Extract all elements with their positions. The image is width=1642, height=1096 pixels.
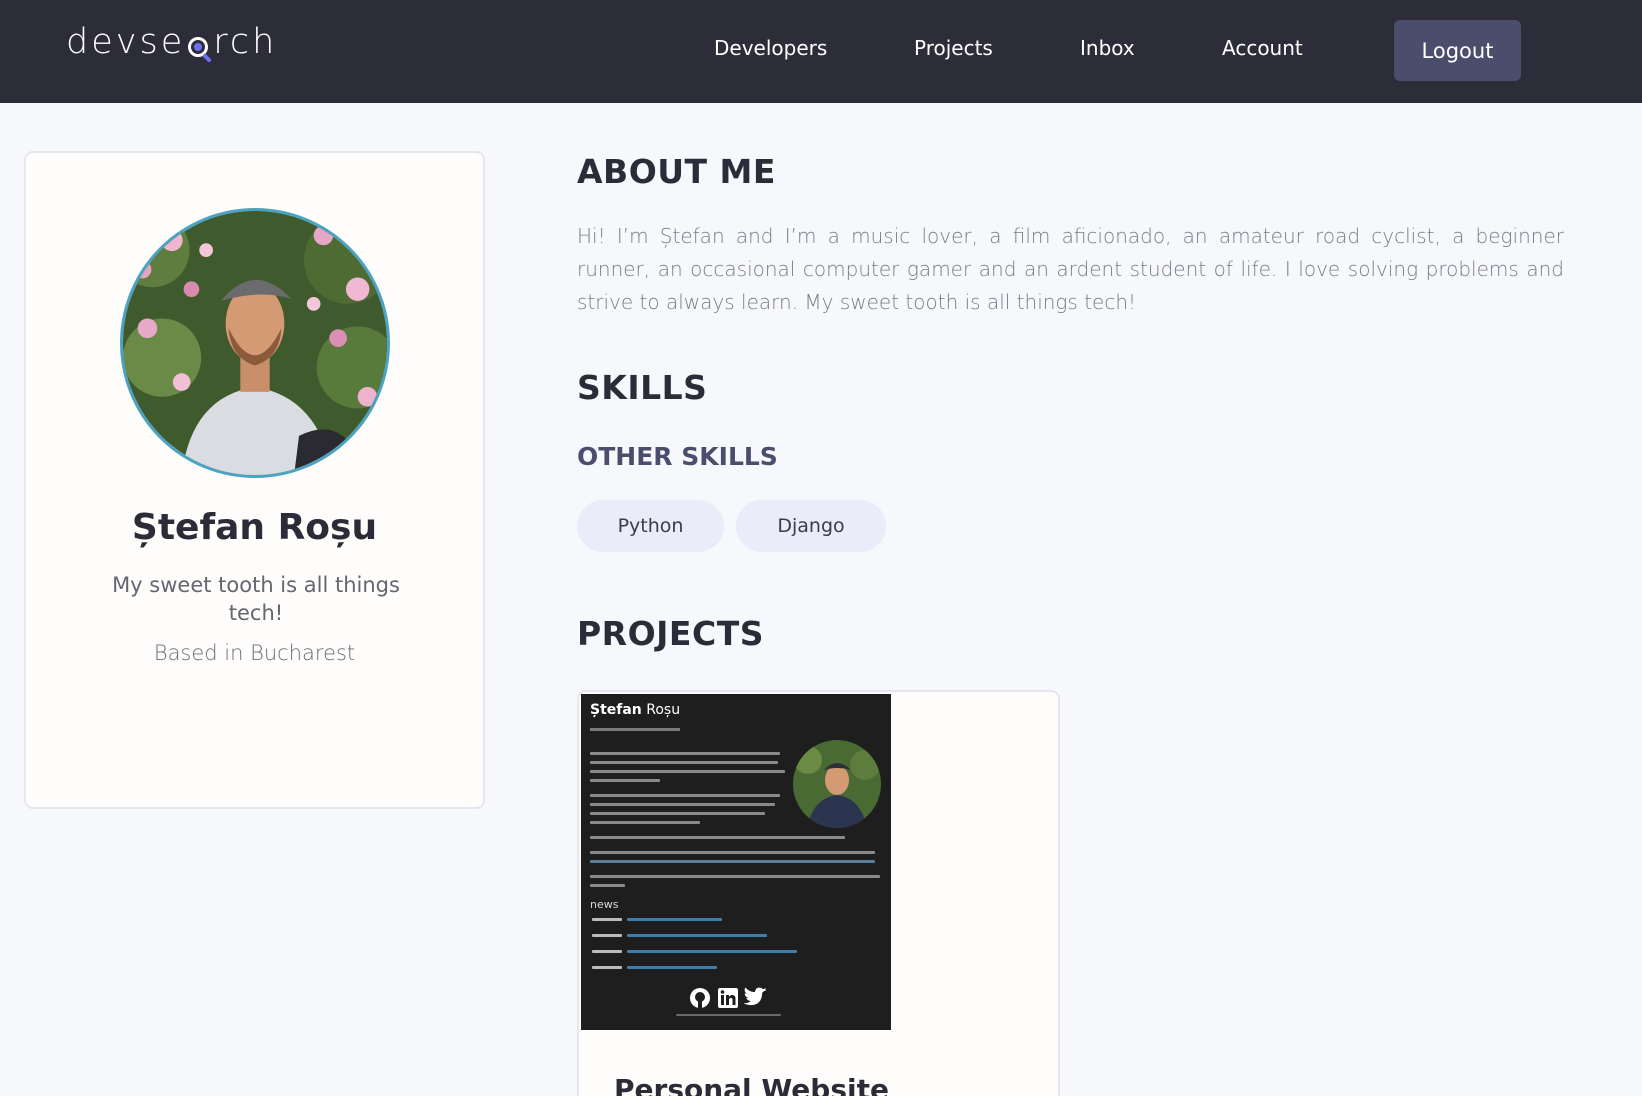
thumbnail-avatar — [793, 740, 881, 828]
project-title[interactable]: Personal Website — [614, 1073, 889, 1096]
other-skills-heading: OTHER SKILLS — [577, 442, 778, 471]
project-thumbnail: Ștefan Roșu news — [581, 694, 891, 1030]
profile-location: Based in Bucharest — [153, 641, 356, 665]
skill-tag-python: Python — [577, 500, 724, 552]
thumbnail-subtitle — [590, 728, 680, 731]
twitter-icon — [743, 987, 768, 1013]
nav-inbox[interactable]: Inbox — [1080, 36, 1135, 60]
logout-button[interactable]: Logout — [1394, 20, 1521, 81]
profile-card: Ștefan Roșu My sweet tooth is all things… — [24, 151, 485, 809]
profile-name: Ștefan Roșu — [131, 507, 378, 548]
profile-avatar — [120, 208, 390, 478]
logo-text-left: devse — [66, 22, 186, 62]
devsearch-logo[interactable]: devse rch — [66, 22, 278, 63]
logo-text-right: rch — [213, 22, 278, 62]
projects-heading: PROJECTS — [577, 614, 764, 653]
magnifier-icon — [186, 26, 213, 63]
nav-developers[interactable]: Developers — [714, 36, 827, 60]
profile-tagline: My sweet tooth is all things tech! — [112, 573, 400, 625]
skill-tag-django: Django — [736, 500, 886, 552]
thumbnail-site-name: Ștefan Roșu — [590, 702, 681, 718]
nav-account[interactable]: Account — [1222, 36, 1303, 60]
github-icon — [689, 987, 711, 1013]
project-card[interactable]: Ștefan Roșu news Personal Website — [577, 690, 1060, 1096]
about-heading: ABOUT ME — [577, 152, 776, 191]
linkedin-icon — [717, 987, 739, 1013]
top-navbar: devse rch Developers Projects Inbox Acco… — [0, 0, 1642, 103]
thumbnail-news-heading: news — [590, 898, 619, 911]
nav-projects[interactable]: Projects — [914, 36, 993, 60]
skills-heading: SKILLS — [577, 368, 708, 407]
about-text: Hi! I’m Ștefan and I’m a music lover, a … — [577, 224, 1564, 314]
